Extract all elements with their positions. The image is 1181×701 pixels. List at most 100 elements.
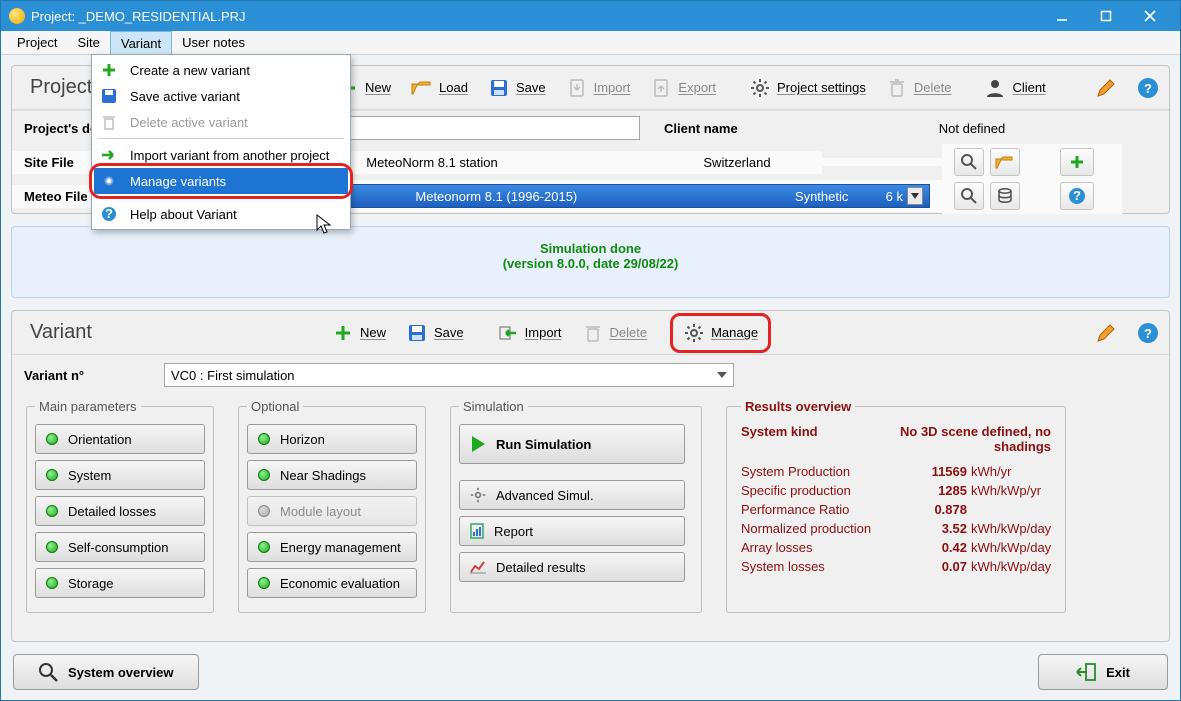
status-dot-icon: [46, 505, 58, 517]
site-add-button[interactable]: [1060, 148, 1094, 176]
site-open-button[interactable]: [990, 148, 1020, 176]
report-button[interactable]: Report: [459, 516, 685, 546]
menu-site[interactable]: Site: [67, 31, 109, 54]
simulation-group: Simulation Run Simulation Advanced Simul…: [450, 399, 702, 613]
main-parameters-group: Main parameters Orientation System Detai…: [26, 399, 214, 613]
project-delete-button[interactable]: Delete: [876, 68, 962, 108]
detailed-results-button[interactable]: Detailed results: [459, 552, 685, 582]
gear-icon: [749, 77, 771, 99]
floppy-icon: [98, 85, 120, 107]
storage-button[interactable]: Storage: [35, 568, 205, 598]
svg-text:?: ?: [1144, 326, 1152, 341]
meteo-help-button[interactable]: ?: [1060, 182, 1094, 210]
project-client-button[interactable]: Client: [974, 68, 1055, 108]
client-name-label: Client name: [652, 117, 822, 140]
self-consumption-button[interactable]: Self-consumption: [35, 532, 205, 562]
menu-variant[interactable]: Variant: [110, 31, 172, 54]
menu-manage-variants[interactable]: Manage variants: [94, 168, 348, 194]
svg-text:?: ?: [1144, 81, 1152, 96]
bottom-bar: System overview Exit: [1, 648, 1180, 700]
result-row: Normalized production3.52kWh/kWp/day: [741, 521, 1051, 536]
report-icon: [470, 523, 484, 539]
bullet-icon: [98, 170, 120, 192]
menu-help-variant[interactable]: ? Help about Variant: [94, 201, 348, 227]
export-icon: [650, 77, 672, 99]
module-layout-button[interactable]: Module layout: [247, 496, 417, 526]
results-overview: Results overview System kind No 3D scene…: [726, 399, 1066, 613]
svg-text:?: ?: [1073, 188, 1081, 203]
site-country: Switzerland: [652, 151, 822, 174]
menu-project[interactable]: Project: [7, 31, 67, 54]
economic-evaluation-button[interactable]: Economic evaluation: [247, 568, 417, 598]
result-row: Specific production1285kWh/kWp/yr: [741, 483, 1051, 498]
plus-icon: [98, 59, 120, 81]
variant-save-button[interactable]: Save: [396, 313, 474, 353]
variant-import-button[interactable]: Import: [487, 313, 572, 353]
status-dot-icon: [46, 469, 58, 481]
detailed-losses-button[interactable]: Detailed losses: [35, 496, 205, 526]
svg-text:?: ?: [105, 206, 113, 221]
meteo-db-button[interactable]: [990, 182, 1020, 210]
system-kind-value: No 3D scene defined, no shadings: [881, 424, 1051, 454]
variant-number-select[interactable]: VC0 : First simulation: [164, 363, 734, 387]
advanced-simulation-button[interactable]: Advanced Simul.: [459, 480, 685, 510]
gear-icon: [683, 322, 705, 344]
status-dot-icon: [46, 577, 58, 589]
import-icon: [566, 77, 588, 99]
variant-panel: Variant New Save Import Delete Manage: [11, 310, 1170, 642]
trash-icon: [886, 77, 908, 99]
horizon-button[interactable]: Horizon: [247, 424, 417, 454]
window-minimize-button[interactable]: [1040, 2, 1084, 30]
chevron-down-icon: [907, 187, 923, 205]
variant-new-button[interactable]: New: [322, 313, 396, 353]
orientation-button[interactable]: Orientation: [35, 424, 205, 454]
status-dot-icon: [258, 505, 270, 517]
chevron-down-icon: [717, 372, 727, 378]
menu-delete-active-variant[interactable]: Delete active variant: [94, 109, 348, 135]
status-line1: Simulation done: [12, 241, 1169, 256]
variant-selector-row: Variant n° VC0 : First simulation: [12, 355, 1169, 395]
floppy-icon: [406, 322, 428, 344]
variant-manage-button[interactable]: Manage: [670, 313, 771, 353]
meteo-search-button[interactable]: [954, 182, 984, 210]
menu-create-variant[interactable]: Create a new variant: [94, 57, 348, 83]
energy-management-button[interactable]: Energy management: [247, 532, 417, 562]
play-icon: [470, 435, 486, 453]
cursor-icon: [316, 214, 332, 234]
project-load-button[interactable]: Load: [401, 68, 478, 108]
exit-icon: [1076, 663, 1096, 681]
pencil-icon: [1095, 77, 1117, 99]
exit-button[interactable]: Exit: [1038, 654, 1168, 690]
gear-grey-icon: [470, 487, 486, 503]
status-dot-icon: [46, 433, 58, 445]
menu-save-active-variant[interactable]: Save active variant: [94, 83, 348, 109]
project-export-button[interactable]: Export: [640, 68, 726, 108]
menu-separator: [98, 138, 344, 139]
variant-delete-button[interactable]: Delete: [572, 313, 658, 353]
project-settings-button[interactable]: Project settings: [739, 68, 876, 108]
variant-edit-button[interactable]: [1085, 313, 1127, 353]
status-dot-icon: [258, 541, 270, 553]
project-save-button[interactable]: Save: [478, 68, 556, 108]
menu-user-notes[interactable]: User notes: [172, 31, 255, 54]
variant-groups: Main parameters Orientation System Detai…: [12, 395, 1169, 613]
system-button[interactable]: System: [35, 460, 205, 490]
run-simulation-button[interactable]: Run Simulation: [459, 424, 685, 464]
site-search-button[interactable]: [954, 148, 984, 176]
variant-number-label: Variant n°: [24, 368, 154, 383]
window-maximize-button[interactable]: [1084, 2, 1128, 30]
help-icon: ?: [1137, 77, 1159, 99]
system-overview-button[interactable]: System overview: [13, 654, 199, 690]
plus-icon: [1070, 155, 1084, 169]
variant-help-button[interactable]: ?: [1127, 313, 1169, 353]
project-import-button[interactable]: Import: [556, 68, 641, 108]
floppy-icon: [488, 77, 510, 99]
window-close-button[interactable]: [1128, 2, 1172, 30]
magnifier-icon: [961, 154, 977, 170]
project-help-button[interactable]: ?: [1127, 68, 1169, 108]
near-shadings-button[interactable]: Near Shadings: [247, 460, 417, 490]
magnifier-icon: [38, 662, 58, 682]
menu-import-variant[interactable]: Import variant from another project: [94, 142, 348, 168]
project-edit-button[interactable]: [1085, 68, 1127, 108]
variant-panel-title: Variant: [12, 321, 322, 344]
